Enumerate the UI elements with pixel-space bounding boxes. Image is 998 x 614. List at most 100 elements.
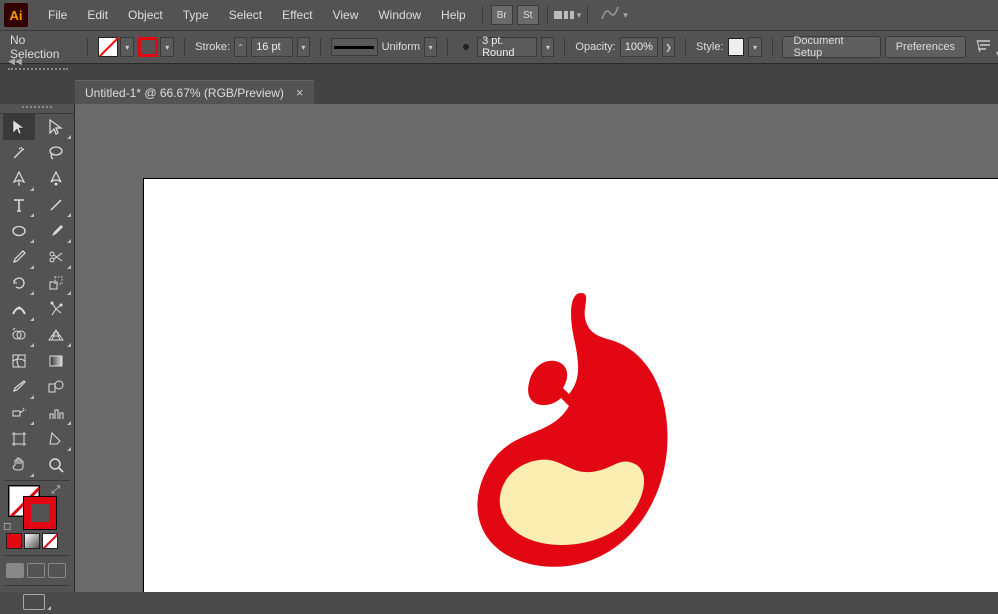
type-tool[interactable] (3, 192, 35, 218)
stroke-profile-dropdown[interactable]: ▾ (424, 37, 437, 57)
chevron-down-icon[interactable]: ▾ (577, 10, 582, 21)
menu-edit[interactable]: Edit (77, 2, 118, 28)
paintbrush-tool[interactable] (40, 218, 72, 244)
document-tab-title: Untitled-1* @ 66.67% (RGB/Preview) (85, 86, 284, 100)
tools-panel: ⤢ ◻ (0, 104, 75, 592)
canvas-area[interactable] (75, 104, 998, 592)
divider (772, 38, 773, 56)
symbol-sprayer-tool[interactable] (3, 400, 35, 426)
graphic-style-swatch[interactable] (728, 38, 745, 56)
close-tab-icon[interactable]: × (296, 85, 304, 100)
pencil-tool[interactable] (3, 244, 35, 270)
align-panel-icon[interactable]: ▾ (976, 39, 992, 56)
opacity-dropdown[interactable]: ❯ (662, 37, 675, 57)
opacity-label[interactable]: Opacity: (575, 41, 615, 53)
draw-normal-button[interactable] (6, 563, 24, 578)
gpu-preview-icon[interactable] (600, 5, 620, 26)
link-stroke-icon[interactable]: ⌃ (234, 37, 247, 57)
document-tab-bar: Untitled-1* @ 66.67% (RGB/Preview) × (0, 80, 998, 104)
stroke-weight-dropdown[interactable]: ▾ (297, 37, 310, 57)
rotate-tool[interactable] (3, 270, 35, 296)
menu-file[interactable]: File (38, 2, 77, 28)
scale-tool[interactable] (40, 270, 72, 296)
stroke-weight-input[interactable]: 16 pt (251, 37, 293, 57)
pen-tool[interactable] (3, 166, 35, 192)
tools-panel-grip[interactable] (0, 106, 74, 114)
divider (482, 6, 483, 24)
none-mode-button[interactable] (42, 533, 58, 549)
column-graph-tool[interactable] (40, 400, 72, 426)
hand-tool[interactable] (3, 452, 35, 478)
divider (184, 38, 185, 56)
stroke-profile-label: Uniform (382, 41, 421, 53)
draw-mode-row (0, 560, 74, 581)
slice-tool[interactable] (40, 426, 72, 452)
artwork-stomach-shape[interactable] (451, 288, 691, 578)
lasso-tool[interactable] (40, 140, 72, 166)
scissors-tool[interactable] (40, 244, 72, 270)
divider (547, 6, 548, 24)
menu-effect[interactable]: Effect (272, 2, 322, 28)
control-bar: No Selection ▾ ▾ Stroke: ⌃ 16 pt ▾ Unifo… (0, 30, 998, 64)
menu-select[interactable]: Select (219, 2, 272, 28)
shape-builder-tool[interactable] (3, 322, 35, 348)
panel-collapse-icon[interactable]: ◀◀ (8, 68, 68, 78)
arrange-documents-button[interactable] (554, 11, 574, 19)
menu-help[interactable]: Help (431, 2, 476, 28)
workspace: ⤢ ◻ (0, 104, 998, 592)
width-tool[interactable] (3, 296, 35, 322)
brush-dot-icon (458, 39, 473, 55)
artboard-tool[interactable] (3, 426, 35, 452)
fill-dropdown[interactable]: ▾ (120, 37, 134, 57)
perspective-grid-tool[interactable] (40, 322, 72, 348)
stroke-profile-preview[interactable] (331, 38, 378, 56)
color-mode-button[interactable] (6, 533, 22, 549)
curvature-tool[interactable] (40, 166, 72, 192)
ellipse-tool[interactable] (3, 218, 35, 244)
blend-tool[interactable] (40, 374, 72, 400)
style-label[interactable]: Style: (696, 41, 724, 53)
bridge-button[interactable]: Br (491, 5, 513, 25)
opacity-input[interactable]: 100% (620, 37, 658, 57)
fill-color-swatch[interactable] (98, 37, 118, 57)
divider (564, 38, 565, 56)
stroke-color-swatch[interactable] (138, 37, 158, 57)
line-segment-tool[interactable] (40, 192, 72, 218)
menu-window[interactable]: Window (368, 2, 431, 28)
preferences-button[interactable]: Preferences (885, 36, 966, 58)
brush-definition-input[interactable]: 3 pt. Round (477, 37, 537, 57)
app-logo: Ai (4, 3, 28, 27)
mesh-tool[interactable] (3, 348, 35, 374)
menu-view[interactable]: View (323, 2, 369, 28)
divider (320, 38, 321, 56)
divider (587, 6, 588, 24)
gradient-tool[interactable] (40, 348, 72, 374)
style-dropdown[interactable]: ▾ (748, 37, 761, 57)
swap-fill-stroke-icon[interactable]: ⤢ (51, 484, 60, 497)
document-tab[interactable]: Untitled-1* @ 66.67% (RGB/Preview) × (75, 80, 314, 104)
stroke-dropdown[interactable]: ▾ (160, 37, 174, 57)
divider (87, 38, 88, 56)
color-mode-row (0, 531, 74, 551)
stroke-label[interactable]: Stroke: (195, 41, 230, 53)
selection-tool[interactable] (3, 114, 35, 140)
menu-object[interactable]: Object (118, 2, 173, 28)
fill-stroke-indicator[interactable]: ⤢ ◻ (4, 485, 70, 529)
magic-wand-tool[interactable] (3, 140, 35, 166)
document-setup-button[interactable]: Document Setup (782, 36, 880, 58)
puppet-warp-tool[interactable] (40, 296, 72, 322)
draw-behind-button[interactable] (27, 563, 45, 578)
brush-dropdown[interactable]: ▾ (541, 37, 554, 57)
stroke-swatch-large[interactable] (24, 497, 56, 529)
default-fill-stroke-icon[interactable]: ◻ (3, 521, 11, 532)
zoom-tool[interactable] (40, 452, 72, 478)
chevron-down-icon[interactable]: ▾ (623, 10, 628, 21)
eyedropper-tool[interactable] (3, 374, 35, 400)
screen-mode-button[interactable] (0, 590, 74, 614)
direct-selection-tool[interactable] (40, 114, 72, 140)
divider (685, 38, 686, 56)
gradient-mode-button[interactable] (24, 533, 40, 549)
stock-button[interactable]: St (517, 5, 539, 25)
menu-type[interactable]: Type (173, 2, 219, 28)
draw-inside-button[interactable] (48, 563, 66, 578)
